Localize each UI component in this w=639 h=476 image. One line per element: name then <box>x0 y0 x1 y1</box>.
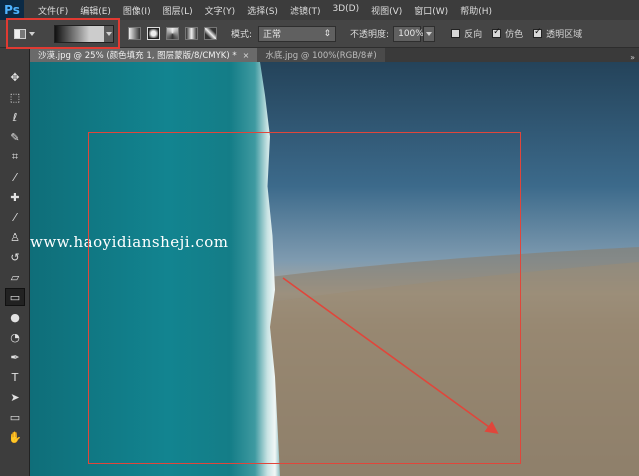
quick-select-icon[interactable]: ✎ <box>5 128 25 146</box>
updown-icon: ⇕ <box>323 28 332 39</box>
opacity-value: 100% <box>398 28 424 39</box>
menu-bar: Ps 文件(F) 编辑(E) 图像(I) 图层(L) 文字(Y) 选择(S) 滤… <box>0 0 639 20</box>
menu-image[interactable]: 图像(I) <box>117 4 157 17</box>
document-canvas[interactable]: www.haoyidiansheji.com <box>30 62 639 476</box>
opacity-label: 不透明度: <box>350 30 390 40</box>
dither-checkbox-box[interactable] <box>492 27 502 38</box>
menu-edit[interactable]: 编辑(E) <box>74 4 117 17</box>
close-icon[interactable]: × <box>243 51 250 60</box>
menu-window[interactable]: 窗口(W) <box>408 4 454 17</box>
reverse-label: 反向 <box>464 30 483 40</box>
move-icon[interactable]: ✥ <box>5 68 25 86</box>
history-brush-icon[interactable]: ↺ <box>5 248 25 266</box>
menu-items: 文件(F) 编辑(E) 图像(I) 图层(L) 文字(Y) 选择(S) 滤镜(T… <box>32 4 498 17</box>
eraser-icon[interactable]: ▱ <box>5 268 25 286</box>
tab-title: 水底.jpg @ 100%(RGB/8#) <box>265 51 377 61</box>
transparency-label: 透明区域 <box>546 30 583 40</box>
menu-file[interactable]: 文件(F) <box>32 4 74 17</box>
menu-layer[interactable]: 图层(L) <box>157 4 199 17</box>
transparency-checkbox[interactable]: 透明区域 <box>533 27 582 40</box>
pen-icon[interactable]: ✒ <box>5 348 25 366</box>
dither-checkbox[interactable]: 仿色 <box>492 27 523 40</box>
tab-underwater-document[interactable]: 水底.jpg @ 100%(RGB/8#) <box>257 48 385 62</box>
lasso-icon[interactable]: ℓ <box>5 108 25 126</box>
crop-icon[interactable]: ⌗ <box>5 148 25 166</box>
mode-label: 模式: <box>231 30 253 40</box>
mode-select[interactable]: 正常 ⇕ <box>258 25 337 42</box>
menu-type[interactable]: 文字(Y) <box>199 4 242 17</box>
rectangle-icon[interactable]: ▭ <box>5 408 25 426</box>
gradient-icon[interactable]: ▭ <box>5 288 25 306</box>
gradient-drag-line <box>282 277 499 434</box>
photoshop-logo: Ps <box>0 0 24 20</box>
linear-gradient-button[interactable] <box>128 27 141 40</box>
tab-title: 沙漠.jpg @ 25% (颜色填充 1, 图层蒙版/8/CMYK) * <box>38 51 237 61</box>
diamond-gradient-button[interactable] <box>204 27 217 40</box>
mode-value: 正常 <box>263 30 282 40</box>
menu-select[interactable]: 选择(S) <box>241 4 284 17</box>
document-tabs: 沙漠.jpg @ 25% (颜色填充 1, 图层蒙版/8/CMYK) * × 水… <box>30 48 639 62</box>
path-select-icon[interactable]: ➤ <box>5 388 25 406</box>
menu-help[interactable]: 帮助(H) <box>454 4 498 17</box>
tab-overflow-icon[interactable]: » <box>630 53 635 62</box>
menu-filter[interactable]: 滤镜(T) <box>284 4 327 17</box>
reflected-gradient-button[interactable] <box>185 27 198 40</box>
opacity-dropdown-button[interactable] <box>423 25 436 42</box>
healing-brush-icon[interactable]: ✚ <box>5 188 25 206</box>
blur-icon[interactable]: ● <box>5 308 25 326</box>
reverse-checkbox-box[interactable] <box>451 29 461 38</box>
chevron-down-icon <box>426 31 433 36</box>
menu-3d[interactable]: 3D(D) <box>326 4 365 17</box>
gradient-arrow <box>282 277 499 434</box>
radial-gradient-button[interactable] <box>147 27 160 40</box>
reverse-checkbox[interactable]: 反向 <box>451 27 482 40</box>
annotation-highlight-box <box>6 18 120 49</box>
brush-icon[interactable]: ⁄ <box>5 208 25 226</box>
menu-view[interactable]: 视图(V) <box>365 4 408 17</box>
hand-icon[interactable]: ✋ <box>5 428 25 446</box>
tools-panel: ✥ ⬚ ℓ ✎ ⌗ ⁄ ✚ ⁄ ♙ ↺ ▱ ▭ ● ◔ ✒ T ➤ ▭ ✋ <box>0 48 30 476</box>
clone-stamp-icon[interactable]: ♙ <box>5 228 25 246</box>
opacity-field[interactable]: 100% <box>393 25 424 42</box>
eyedropper-icon[interactable]: ⁄ <box>5 168 25 186</box>
transparency-checkbox-box[interactable] <box>533 27 543 38</box>
angle-gradient-button[interactable] <box>166 27 179 40</box>
dodge-icon[interactable]: ◔ <box>5 328 25 346</box>
dither-label: 仿色 <box>505 30 524 40</box>
type-icon[interactable]: T <box>5 368 25 386</box>
marquee-icon[interactable]: ⬚ <box>5 88 25 106</box>
tab-desert-document[interactable]: 沙漠.jpg @ 25% (颜色填充 1, 图层蒙版/8/CMYK) * × <box>30 48 258 62</box>
